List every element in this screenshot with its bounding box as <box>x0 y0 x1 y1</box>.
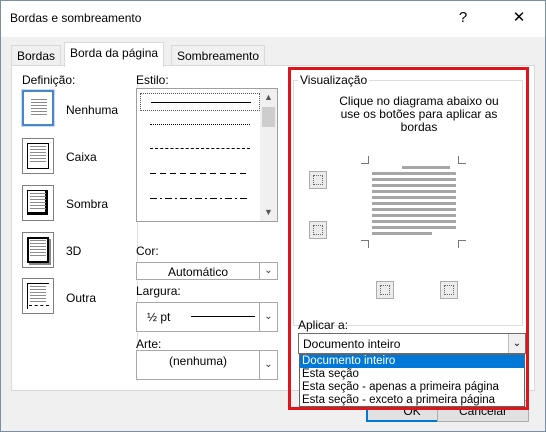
help-icon[interactable]: ? <box>449 7 477 29</box>
apply-select[interactable]: Documento inteiro ⌄ <box>298 333 526 354</box>
apply-dropdown-list: Documento inteiro Esta seção Esta seção … <box>299 354 525 407</box>
bottom-border-button[interactable] <box>309 221 327 239</box>
chevron-down-icon[interactable]: ⌄ <box>259 263 277 279</box>
apply-heading: Aplicar a: <box>298 318 349 332</box>
color-select[interactable]: Automático ⌄ <box>136 262 278 280</box>
art-select[interactable]: (nenhuma) ⌄ <box>136 350 278 380</box>
top-border-button[interactable] <box>309 171 327 189</box>
tab-borders[interactable]: Bordas <box>11 45 62 66</box>
box-setting-icon[interactable] <box>22 138 54 174</box>
color-value: Automático <box>167 265 229 279</box>
close-icon[interactable]: ✕ <box>505 7 533 29</box>
apply-option[interactable]: Esta seção - exceto a primeira página <box>300 394 524 407</box>
style-option-dash-dot[interactable] <box>140 190 260 208</box>
preview-heading: Visualização <box>298 73 370 87</box>
chevron-down-icon[interactable]: ⌄ <box>259 351 277 379</box>
preview-page-lines <box>372 166 456 238</box>
scroll-down-icon[interactable]: ▼ <box>260 204 277 221</box>
width-value: ½ pt <box>147 310 171 324</box>
setting-box-label[interactable]: Caixa <box>66 150 97 164</box>
chevron-down-icon[interactable]: ⌄ <box>259 303 277 331</box>
color-heading: Cor: <box>136 244 159 258</box>
borders-shading-dialog: Bordas e sombreamento ? ✕ Bordas Borda d… <box>0 0 546 432</box>
title-bar: Bordas e sombreamento ? ✕ <box>1 1 545 37</box>
setting-custom-label[interactable]: Outra <box>66 291 96 305</box>
none-setting-icon[interactable] <box>21 89 55 127</box>
tab-shading[interactable]: Sombreamento <box>171 45 266 66</box>
definition-heading: Definição: <box>22 73 76 87</box>
style-listbox[interactable]: ▲ ▼ <box>136 88 278 222</box>
width-heading: Largura: <box>136 284 181 298</box>
right-border-button[interactable] <box>440 281 458 299</box>
tab-page-border[interactable]: Borda da página <box>64 42 165 67</box>
style-heading: Estilo: <box>136 73 169 87</box>
style-option-dashed-small[interactable] <box>140 140 260 158</box>
style-scrollbar[interactable]: ▲ ▼ <box>260 89 277 221</box>
art-heading: Arte: <box>136 337 162 351</box>
dialog-title: Bordas e sombreamento <box>10 11 142 25</box>
setting-none-label[interactable]: Nenhuma <box>66 103 118 117</box>
3d-setting-icon[interactable] <box>22 232 54 268</box>
apply-option[interactable]: Esta seção <box>300 368 524 381</box>
setting-3d-label[interactable]: 3D <box>66 244 81 258</box>
scroll-up-icon[interactable]: ▲ <box>260 89 277 106</box>
apply-option[interactable]: Esta seção - apenas a primeira página <box>300 381 524 394</box>
apply-value: Documento inteiro <box>303 337 401 351</box>
style-option-dashed-large[interactable] <box>140 165 260 183</box>
setting-shadow-label[interactable]: Sombra <box>66 197 108 211</box>
width-select[interactable]: ½ pt ⌄ <box>136 302 278 332</box>
custom-setting-icon[interactable] <box>22 278 54 314</box>
shadow-setting-icon[interactable] <box>22 185 54 221</box>
scroll-thumb[interactable] <box>262 107 275 127</box>
art-value: (nenhuma) <box>168 354 228 368</box>
style-option-dotted[interactable] <box>140 116 260 134</box>
apply-option[interactable]: Documento inteiro <box>300 355 524 368</box>
chevron-down-icon[interactable]: ⌄ <box>508 334 525 353</box>
style-option-solid[interactable] <box>140 93 260 111</box>
preview-instruction: Clique no diagrama abaixo ou use os botõ… <box>339 94 499 134</box>
width-line-preview <box>191 316 255 317</box>
left-border-button[interactable] <box>376 281 394 299</box>
